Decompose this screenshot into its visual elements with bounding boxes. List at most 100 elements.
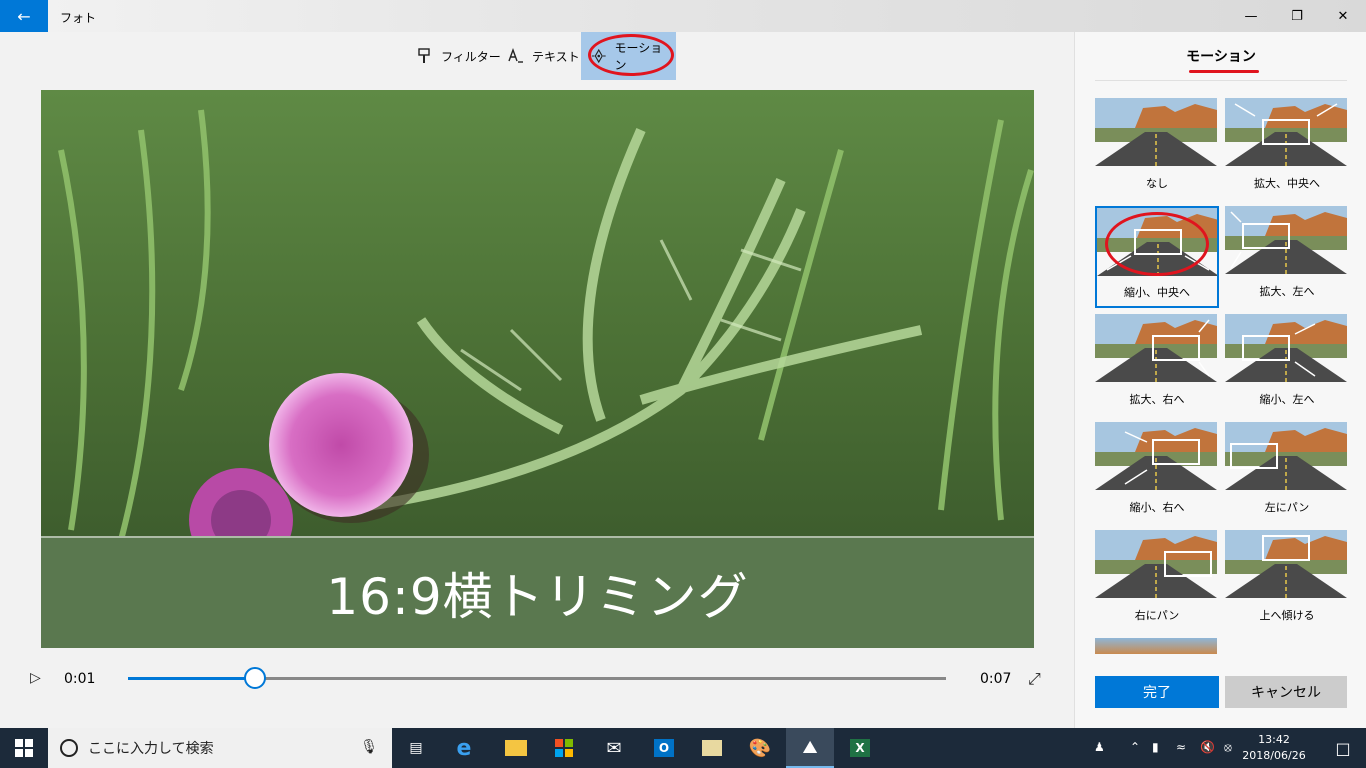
motion-thumbnail [1095,314,1217,382]
motion-option[interactable]: 拡大、左へ [1225,206,1349,308]
filter-brush-icon [418,48,430,63]
taskbar: ここに入力して検索 🎙 ▤ e ✉ O 🎨 ⛰ X ♟ ⌃ ▮ ≈ 🔇 ⦻ 13… [0,728,1366,768]
motion-button[interactable]: モーション [581,32,676,80]
outlook-button[interactable]: O [640,728,688,768]
text-button[interactable]: テキスト [496,32,590,80]
motion-thumbnail [1225,206,1347,274]
motion-thumbnail [1225,422,1347,490]
clock-date: 2018/06/26 [1242,749,1306,762]
motion-label: 上へ傾ける [1259,609,1315,622]
motion-thumbnail [1095,530,1217,598]
motion-thumbnail [1225,530,1347,598]
motion-option[interactable]: 左にパン [1225,422,1349,524]
restore-icon: ❐ [1291,8,1303,24]
motion-option[interactable]: なし [1095,98,1219,200]
seek-slider[interactable] [128,667,946,689]
motion-thumbnail [1095,98,1217,166]
fullscreen-button[interactable]: ⤢ [1028,669,1041,689]
clock[interactable]: 13:42 2018/06/26 [1240,732,1308,764]
motion-label: 拡大、中央へ [1254,177,1320,190]
motion-label: 縮小、左へ [1259,393,1315,406]
seek-thumb[interactable] [243,667,266,689]
ime-off-icon[interactable]: ⦻ [1224,740,1232,755]
folder-icon [505,740,527,756]
play-button[interactable]: ▷ [30,670,48,688]
filter-label: フィルター [441,49,501,64]
motion-label: なし [1146,177,1168,190]
clock-time: 13:42 [1258,733,1290,746]
done-button[interactable]: 完了 [1095,676,1219,708]
filter-button[interactable]: フィルター [405,32,511,80]
wifi-icon[interactable]: ≈ [1176,740,1186,754]
notification-icon: □ [1335,738,1351,758]
mail-button[interactable]: ✉ [590,728,638,768]
edge-button[interactable]: e [440,728,488,768]
photos-taskbar-button[interactable]: ⛰ [786,728,834,768]
search-box[interactable]: ここに入力して検索 🎙 [48,728,392,768]
app-button-note[interactable] [688,728,736,768]
motion-option[interactable]: 縮小、左へ [1225,314,1349,416]
text-icon [508,47,523,63]
partial-motion-tile [1095,638,1217,654]
motion-option[interactable]: 上へ傾ける [1225,530,1349,632]
app-title: フォト [60,11,97,25]
store-button[interactable] [540,728,588,768]
minimize-button[interactable]: — [1228,0,1274,32]
task-view-icon: ▤ [409,740,423,756]
photos-icon: ⛰ [802,736,818,758]
partial-thumb [1095,638,1217,654]
close-button[interactable]: ✕ [1320,0,1366,32]
store-icon [555,739,573,757]
mail-icon: ✉ [606,737,622,759]
motion-thumbnail [1225,98,1347,166]
text-label: テキスト [532,49,580,64]
people-icon[interactable]: ♟ [1094,740,1105,754]
paint-icon: 🎨 [748,737,772,759]
excel-icon: X [850,739,870,757]
motion-thumbnail [1097,208,1217,276]
motion-thumbnail [1225,314,1347,382]
cortana-icon [60,739,78,757]
play-icon: ▷ [30,670,41,686]
task-view-button[interactable]: ▤ [392,728,440,768]
motion-label: 拡大、右へ [1129,393,1185,406]
motion-label: 縮小、右へ [1129,501,1185,514]
file-explorer-button[interactable] [492,728,540,768]
motion-panel: モーション なし 拡大、中央へ縮小、中央へ 拡大、左へ拡大、右へ 縮小、左へ縮小、右へ… [1074,32,1366,728]
expand-icon: ⤢ [1028,669,1041,688]
battery-icon[interactable]: ▮ [1152,740,1159,754]
panel-title-underline [1189,70,1259,73]
playback-bar: ▷ 0:01 0:07 ⤢ [0,660,1074,700]
edit-toolbar: フィルター テキスト モーション [0,32,1074,80]
motion-option[interactable]: 拡大、中央へ [1225,98,1349,200]
caption-text: 16:9横トリミング [326,568,749,626]
motion-option[interactable]: 縮小、中央へ [1095,206,1219,308]
title-bar: ← フォト — ❐ ✕ [0,0,1366,32]
app-button-paint[interactable]: 🎨 [736,728,784,768]
volume-icon[interactable]: 🔇 [1200,740,1215,754]
start-button[interactable] [0,728,48,768]
outlook-icon: O [654,739,674,757]
motion-option[interactable]: 右にパン [1095,530,1219,632]
restore-button[interactable]: ❐ [1274,0,1320,32]
excel-button[interactable]: X [836,728,884,768]
microphone-icon[interactable]: 🎙 [360,739,378,755]
panel-title: モーション [1186,49,1256,65]
motion-option[interactable]: 拡大、右へ [1095,314,1219,416]
motion-icon [591,48,606,64]
video-preview[interactable]: 16:9横トリミング [41,90,1034,648]
cancel-button[interactable]: キャンセル [1225,676,1347,708]
motion-thumbnail [1095,422,1217,490]
back-button[interactable]: ← [0,0,48,32]
action-center-button[interactable]: □ [1320,728,1366,768]
motion-label: 縮小、中央へ [1124,286,1190,299]
show-hidden-icons[interactable]: ⌃ [1130,740,1140,754]
motion-option[interactable]: 縮小、右へ [1095,422,1219,524]
total-time: 0:07 [980,671,1012,687]
current-time: 0:01 [64,671,96,687]
motion-label: 右にパン [1134,609,1180,622]
close-icon: ✕ [1337,8,1349,24]
minimize-icon: — [1244,8,1258,24]
search-placeholder: ここに入力して検索 [88,741,214,757]
note-icon [702,740,722,756]
